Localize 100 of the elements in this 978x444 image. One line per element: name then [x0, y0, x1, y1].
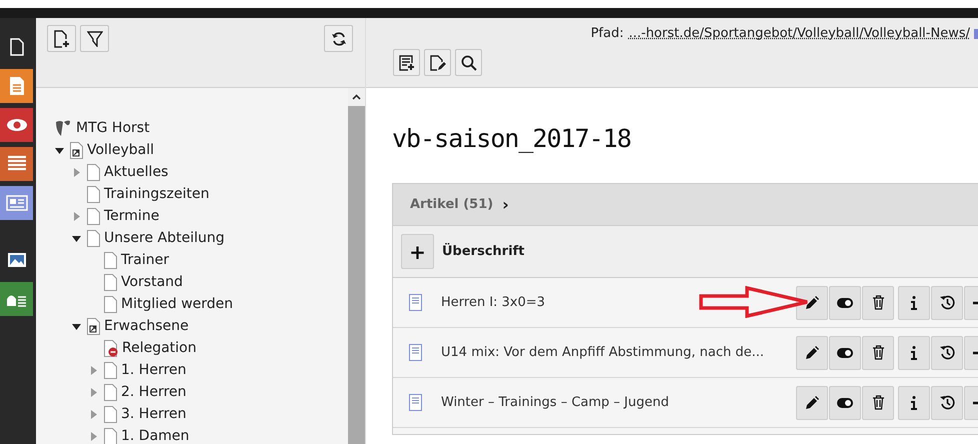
path-link[interactable]: ...-horst.de/Sportangebot/Volleyball/Volleyball-News/ — [628, 26, 970, 41]
info-icon — [911, 346, 917, 360]
filter-icon — [86, 30, 102, 46]
tree-item[interactable]: Termine — [104, 208, 160, 224]
pencil-icon — [805, 396, 819, 410]
tree-item[interactable]: Erwachsene — [104, 318, 189, 334]
path-label: Pfad: — [590, 26, 624, 41]
trash-icon — [872, 295, 884, 310]
shortcut-page-icon — [87, 318, 100, 334]
search-icon — [460, 54, 476, 70]
delete-button[interactable] — [862, 286, 894, 320]
pencil-icon — [805, 296, 819, 310]
page-icon — [104, 252, 117, 268]
tree-item[interactable]: Vorstand — [121, 274, 183, 290]
restricted-page-icon — [104, 340, 118, 356]
scrollbar[interactable] — [348, 88, 365, 444]
chevron[interactable]: › — [502, 195, 509, 214]
tree-item[interactable]: 1. Herren — [121, 362, 186, 378]
trash-icon — [872, 345, 884, 360]
shortcut-page-icon — [70, 142, 83, 158]
document-icon — [409, 394, 422, 411]
expand-toggle-icon[interactable] — [72, 168, 81, 176]
tree-item[interactable]: Volleyball — [87, 142, 154, 158]
delete-button[interactable] — [862, 386, 894, 420]
new-record-button[interactable] — [393, 49, 420, 76]
expand-toggle-icon[interactable] — [72, 212, 81, 220]
records-module-icon[interactable] — [0, 147, 33, 181]
info-icon — [911, 396, 917, 410]
history-button[interactable] — [931, 386, 963, 420]
info-button[interactable] — [898, 386, 930, 420]
tree-item[interactable]: Unsere Abteilung — [104, 230, 225, 246]
section-title[interactable]: Artikel (51) — [410, 197, 494, 212]
document-icon — [409, 344, 422, 361]
page-icon — [104, 274, 117, 290]
scroll-up-icon[interactable] — [352, 94, 361, 100]
tree-item[interactable]: MTG Horst — [76, 120, 150, 136]
page-icon — [87, 164, 100, 180]
tree-item[interactable]: Relegation — [122, 340, 196, 356]
info-button[interactable] — [898, 286, 930, 320]
expand-toggle-icon[interactable] — [55, 146, 64, 154]
refresh-icon — [330, 30, 346, 46]
logo-icon — [54, 119, 72, 137]
page-icon — [104, 296, 117, 312]
delete-button[interactable] — [862, 336, 894, 370]
history-icon — [940, 295, 954, 310]
edit-button[interactable] — [796, 286, 828, 320]
panel-header[interactable]: Artikel (51) › — [393, 184, 978, 226]
expand-toggle-icon[interactable] — [89, 388, 98, 396]
news-module-icon[interactable] — [0, 186, 33, 220]
toggle-icon — [837, 298, 853, 308]
edit-page-button[interactable] — [424, 49, 451, 76]
new-page-button[interactable] — [47, 25, 76, 52]
search-button[interactable] — [455, 49, 482, 76]
edit-button[interactable] — [796, 336, 828, 370]
page-icon — [104, 362, 117, 378]
tree-item[interactable]: 3. Herren — [121, 406, 186, 422]
view-module-icon[interactable] — [0, 108, 33, 142]
refresh-button[interactable] — [324, 25, 353, 52]
document-icon — [409, 294, 422, 311]
history-button[interactable] — [931, 336, 963, 370]
page-icon — [104, 384, 117, 400]
expand-toggle-icon[interactable] — [89, 432, 98, 440]
new-record-icon — [398, 54, 414, 70]
expand-toggle-icon[interactable] — [89, 366, 98, 374]
toggle-visibility-button[interactable] — [829, 286, 861, 320]
page-icon — [87, 186, 100, 202]
add-button[interactable]: + — [401, 234, 434, 269]
tree-item[interactable]: 2. Herren — [121, 384, 186, 400]
new-page-icon — [54, 30, 70, 48]
history-button[interactable] — [931, 286, 963, 320]
record-title[interactable]: Winter – Trainings – Camp – Jugend — [441, 395, 669, 410]
tree-item[interactable]: Trainingszeiten — [104, 186, 210, 202]
history-icon — [940, 395, 954, 410]
info-icon — [911, 296, 917, 310]
page-icon — [87, 230, 100, 246]
edit-page-icon — [430, 54, 446, 70]
expand-toggle-icon[interactable] — [72, 234, 81, 242]
toggle-icon — [837, 398, 853, 408]
expand-toggle-icon[interactable] — [72, 322, 81, 330]
list-module-icon[interactable] — [0, 69, 33, 103]
filter-button[interactable] — [80, 25, 109, 52]
edit-button[interactable] — [796, 386, 828, 420]
column-heading: Überschrift — [442, 244, 525, 259]
info-button[interactable] — [898, 336, 930, 370]
expand-toggle-icon[interactable] — [89, 410, 98, 418]
record-title[interactable]: Herren I: 3x0=3 — [441, 295, 546, 310]
tree-item[interactable]: Aktuelles — [104, 164, 168, 180]
record-title[interactable]: U14 mix: Vor dem Anpfiff Abstimmung, nach de... — [441, 345, 764, 360]
page-title: vb-saison_2017-18 — [392, 124, 632, 153]
trash-icon — [872, 395, 884, 410]
page-icon — [104, 406, 117, 422]
toggle-icon — [837, 348, 853, 358]
page-icon — [87, 208, 100, 224]
tree-item[interactable]: Mitglied werden — [121, 296, 234, 312]
tree-item[interactable]: Trainer — [121, 252, 169, 268]
toggle-visibility-button[interactable] — [829, 336, 861, 370]
tree-item[interactable]: 1. Damen — [121, 428, 190, 444]
toggle-visibility-button[interactable] — [829, 386, 861, 420]
forms-module-icon[interactable] — [0, 282, 33, 316]
history-icon — [940, 345, 954, 360]
